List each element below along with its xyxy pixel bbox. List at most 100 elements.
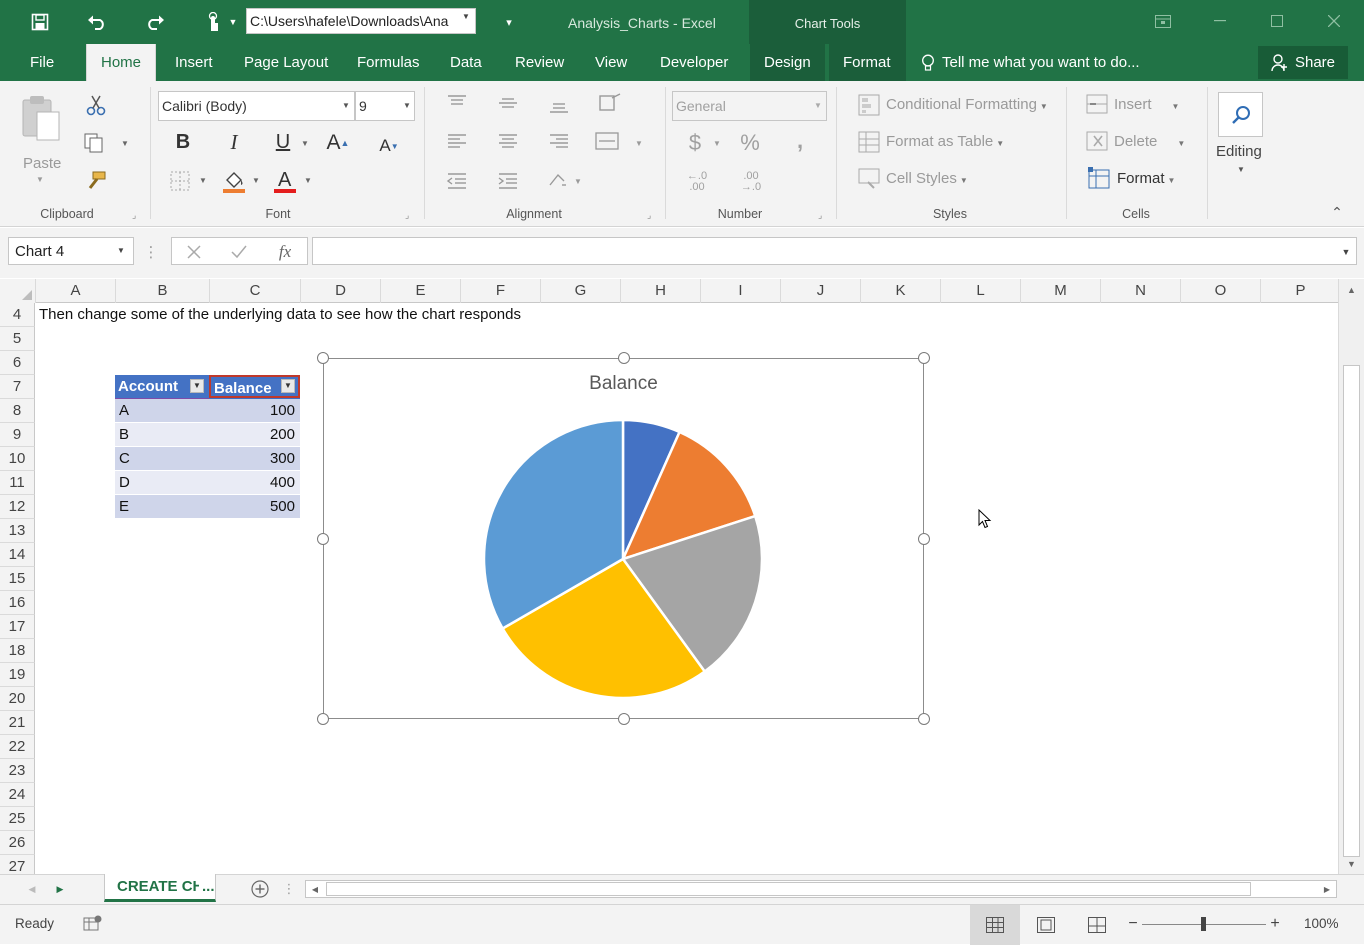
- font-color-icon[interactable]: A: [271, 167, 299, 195]
- tab-file[interactable]: File: [16, 44, 68, 81]
- column-header-h[interactable]: H: [621, 279, 701, 303]
- sheet-tab-active[interactable]: CREATE CHA ...: [104, 874, 216, 902]
- horizontal-scroll-thumb[interactable]: [326, 882, 1251, 896]
- row-header-4[interactable]: 4: [0, 303, 35, 327]
- row-header-10[interactable]: 10: [0, 447, 35, 471]
- row-header-25[interactable]: 25: [0, 807, 35, 831]
- table-cell-account[interactable]: E: [115, 495, 209, 519]
- table-cell-balance[interactable]: 400: [209, 471, 300, 495]
- merge-center-icon[interactable]: [592, 129, 622, 153]
- worksheet-grid[interactable]: ABCDEFGHIJKLMNOP Then change some of the…: [0, 279, 1338, 874]
- row-header-27[interactable]: 27: [0, 855, 35, 874]
- number-format-dropdown-icon[interactable]: ▼: [814, 101, 822, 110]
- insert-cells-button[interactable]: Insert ▼: [1114, 96, 1179, 113]
- row-header-24[interactable]: 24: [0, 783, 35, 807]
- normal-view-icon[interactable]: [970, 905, 1020, 945]
- scroll-left-icon[interactable]: ◀: [308, 882, 322, 896]
- conditional-formatting-button[interactable]: Conditional Formatting ▼: [886, 96, 1048, 113]
- new-sheet-icon[interactable]: [250, 879, 270, 899]
- collapse-ribbon-icon[interactable]: ⌃: [1328, 203, 1346, 221]
- delete-cells-icon[interactable]: [1086, 131, 1108, 151]
- undo-icon[interactable]: [84, 9, 110, 35]
- row-header-21[interactable]: 21: [0, 711, 35, 735]
- tab-home[interactable]: Home: [86, 44, 157, 81]
- zoom-out-icon[interactable]: −: [1126, 915, 1140, 932]
- row-header-8[interactable]: 8: [0, 399, 35, 423]
- paste-icon[interactable]: [18, 93, 64, 145]
- font-color-dropdown-icon[interactable]: ▼: [304, 176, 312, 185]
- maximize-icon[interactable]: [1265, 11, 1289, 31]
- editing-dropdown-icon[interactable]: ▼: [1237, 165, 1245, 174]
- zoom-level[interactable]: 100%: [1304, 916, 1339, 931]
- row-header-14[interactable]: 14: [0, 543, 35, 567]
- row-header-22[interactable]: 22: [0, 735, 35, 759]
- touch-mode-dropdown-icon[interactable]: ▼: [220, 9, 246, 35]
- ribbon-display-options-icon[interactable]: [1151, 11, 1175, 31]
- column-header-i[interactable]: I: [701, 279, 781, 303]
- table-cell-account[interactable]: A: [115, 399, 209, 423]
- instruction-text[interactable]: Then change some of the underlying data …: [39, 303, 521, 327]
- row-header-11[interactable]: 11: [0, 471, 35, 495]
- row-header-23[interactable]: 23: [0, 759, 35, 783]
- column-header-o[interactable]: O: [1181, 279, 1261, 303]
- italic-icon[interactable]: I: [221, 129, 247, 155]
- tell-me-search[interactable]: Tell me what you want to do...: [942, 44, 1140, 81]
- scroll-down-icon[interactable]: ▼: [1343, 857, 1360, 871]
- table-cell-balance[interactable]: 200: [209, 423, 300, 447]
- percent-icon[interactable]: %: [736, 129, 764, 157]
- decrease-font-size-icon[interactable]: A ▼: [376, 133, 402, 159]
- insert-cells-icon[interactable]: [1086, 94, 1108, 114]
- format-as-table-icon[interactable]: [858, 131, 880, 153]
- next-sheet-icon[interactable]: ▶: [52, 881, 68, 897]
- tab-page-layout[interactable]: Page Layout: [230, 44, 342, 81]
- format-painter-icon[interactable]: [84, 169, 108, 193]
- increase-indent-icon[interactable]: [495, 169, 521, 193]
- decrease-indent-icon[interactable]: [444, 169, 470, 193]
- scroll-up-icon[interactable]: ▲: [1343, 283, 1360, 297]
- name-box[interactable]: Chart 4: [8, 237, 134, 265]
- tab-design[interactable]: Design: [750, 44, 825, 81]
- customize-toolbar-icon[interactable]: ▾: [496, 9, 522, 35]
- table-header-account[interactable]: Account ▼: [115, 375, 209, 398]
- table-header-balance[interactable]: Balance ▼: [209, 375, 300, 398]
- merge-dropdown-icon[interactable]: ▼: [635, 139, 643, 148]
- filter-dropdown-icon[interactable]: ▼: [281, 379, 295, 393]
- column-header-p[interactable]: P: [1261, 279, 1338, 303]
- column-header-f[interactable]: F: [461, 279, 541, 303]
- align-center-icon[interactable]: [495, 129, 521, 153]
- bold-icon[interactable]: B: [170, 129, 196, 155]
- number-launcher-icon[interactable]: ⌟: [818, 210, 822, 221]
- align-middle-icon[interactable]: [495, 91, 521, 115]
- tab-data[interactable]: Data: [436, 44, 496, 81]
- close-icon[interactable]: [1322, 11, 1346, 31]
- format-cells-icon[interactable]: [1088, 167, 1112, 189]
- delete-cells-button[interactable]: Delete ▼: [1114, 133, 1185, 150]
- alignment-launcher-icon[interactable]: ⌟: [647, 210, 651, 221]
- page-break-view-icon[interactable]: [1072, 905, 1122, 945]
- resize-handle[interactable]: [918, 352, 930, 364]
- currency-dropdown-icon[interactable]: ▼: [713, 139, 721, 148]
- insert-function-icon[interactable]: fx: [273, 241, 297, 263]
- select-all-corner[interactable]: [0, 279, 36, 303]
- fill-color-dropdown-icon[interactable]: ▼: [252, 176, 260, 185]
- borders-icon[interactable]: [168, 169, 192, 193]
- tab-insert[interactable]: Insert: [161, 44, 227, 81]
- cancel-entry-icon[interactable]: [184, 242, 204, 262]
- minimize-icon[interactable]: [1208, 11, 1232, 31]
- cell-styles-button[interactable]: Cell Styles ▼: [886, 170, 968, 187]
- wrap-dropdown-icon[interactable]: ▼: [574, 177, 582, 186]
- row-header-6[interactable]: 6: [0, 351, 35, 375]
- confirm-entry-icon[interactable]: [229, 242, 249, 262]
- file-path-dropdown-icon[interactable]: ▼: [462, 12, 470, 21]
- tab-formulas[interactable]: Formulas: [343, 44, 434, 81]
- scroll-right-icon[interactable]: ▶: [1320, 882, 1334, 896]
- copy-icon[interactable]: [80, 131, 108, 155]
- row-header-20[interactable]: 20: [0, 687, 35, 711]
- editing-label[interactable]: Editing: [1216, 143, 1262, 160]
- resize-handle[interactable]: [618, 352, 630, 364]
- cut-icon[interactable]: [84, 93, 108, 117]
- align-bottom-icon[interactable]: [546, 93, 572, 117]
- resize-handle[interactable]: [317, 533, 329, 545]
- row-header-5[interactable]: 5: [0, 327, 35, 351]
- increase-decimal-icon[interactable]: ←.0 .00: [680, 167, 714, 197]
